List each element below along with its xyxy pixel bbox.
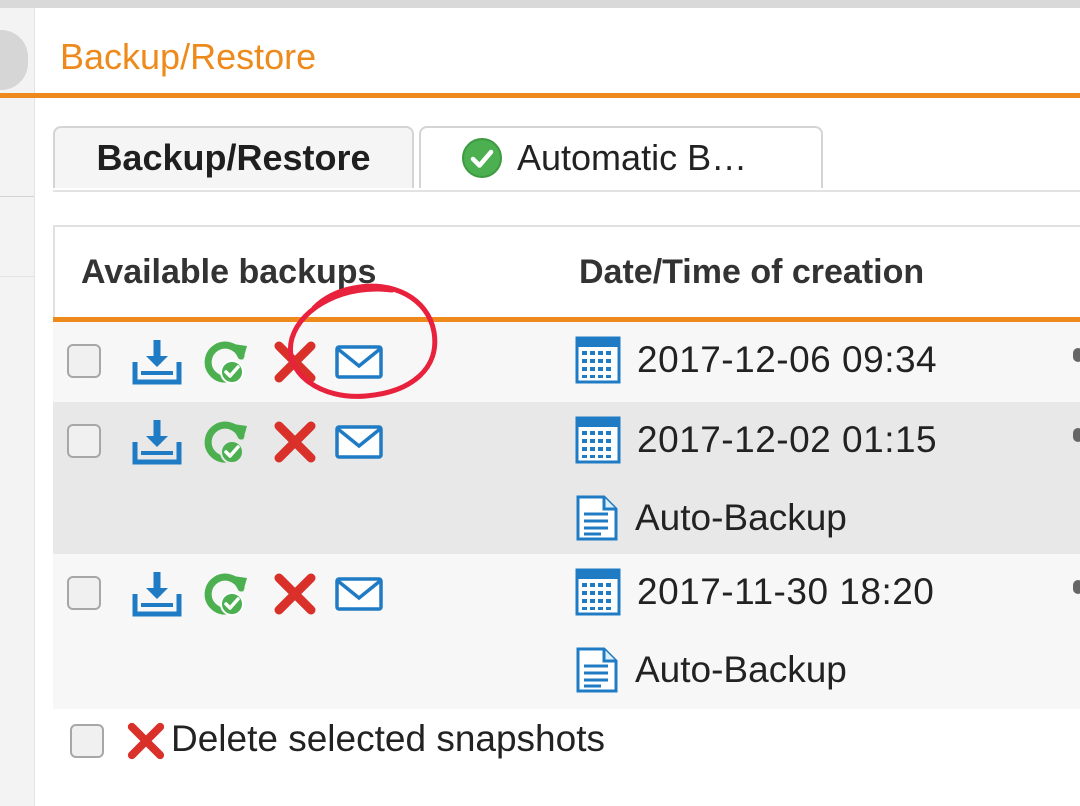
window-title: Backup/Restore [60, 36, 317, 77]
delete-selected-snapshots-link[interactable]: Delete selected snapshots [171, 718, 605, 760]
left-background-panel [0, 8, 35, 806]
truncated-cell-marker [1073, 348, 1080, 362]
row-date: 2017-11-30 18:20 [637, 571, 935, 612]
row-checkbox[interactable] [67, 576, 101, 610]
backups-table: Available backups Date/Time of creation [53, 225, 1080, 709]
document-icon [576, 495, 618, 541]
column-header-date-time[interactable]: Date/Time of creation [579, 253, 924, 292]
table-footer: Delete selected snapshots [35, 712, 735, 772]
window-top-strip [0, 0, 1080, 8]
truncated-cell-marker [1073, 580, 1080, 594]
document-icon [576, 647, 618, 693]
row-description: Auto-Backup [635, 649, 847, 690]
backup-restore-window: Backup/Restore Backup/Restore Automatic … [0, 8, 1080, 806]
row-checkbox[interactable] [67, 344, 101, 378]
left-panel-divider [0, 196, 34, 197]
calendar-icon [575, 416, 621, 464]
row-description-cell: Auto-Backup [575, 492, 847, 544]
delete-icon[interactable] [269, 416, 321, 468]
row-date-cell: 2017-11-30 18:20 [575, 566, 934, 618]
table-header: Available backups Date/Time of creation [53, 225, 1080, 317]
left-panel-pill [0, 30, 28, 90]
title-underline [0, 93, 1080, 98]
restore-icon[interactable] [199, 568, 251, 620]
delete-selected-checkbox[interactable] [70, 724, 104, 758]
restore-icon[interactable] [199, 416, 251, 468]
row-date-cell: 2017-12-02 01:15 [575, 414, 937, 466]
tab-backup-restore[interactable]: Backup/Restore [53, 126, 414, 188]
delete-icon[interactable] [269, 568, 321, 620]
tab-bar-divider [53, 190, 1080, 192]
table-row: 2017-11-30 18:20 Auto-Backup [53, 554, 1080, 709]
left-panel-divider [0, 276, 34, 277]
mail-icon[interactable] [333, 416, 385, 468]
row-description-cell: Auto-Backup [575, 644, 847, 696]
tab-label: Automatic B… [517, 137, 748, 178]
row-description: Auto-Backup [635, 497, 847, 538]
check-circle-icon [462, 138, 502, 178]
restore-icon[interactable] [199, 336, 251, 388]
row-date-cell: 2017-12-06 09:34 [575, 334, 937, 386]
tab-label: Backup/Restore [96, 137, 371, 178]
row-date: 2017-12-06 09:34 [637, 339, 938, 380]
download-icon[interactable] [131, 416, 183, 468]
download-icon[interactable] [131, 336, 183, 388]
delete-icon[interactable] [123, 718, 169, 764]
mail-icon[interactable] [333, 568, 385, 620]
row-checkbox[interactable] [67, 424, 101, 458]
tab-automatic-backup[interactable]: Automatic B… [419, 126, 823, 188]
calendar-icon [575, 568, 621, 616]
download-icon[interactable] [131, 568, 183, 620]
calendar-icon [575, 336, 621, 384]
table-row: 2017-12-06 09:34 [53, 322, 1080, 402]
table-row: 2017-12-02 01:15 Auto-Backup [53, 402, 1080, 554]
truncated-cell-marker [1073, 428, 1080, 442]
row-date: 2017-12-02 01:15 [637, 419, 938, 460]
red-circle-annotation [288, 283, 438, 399]
